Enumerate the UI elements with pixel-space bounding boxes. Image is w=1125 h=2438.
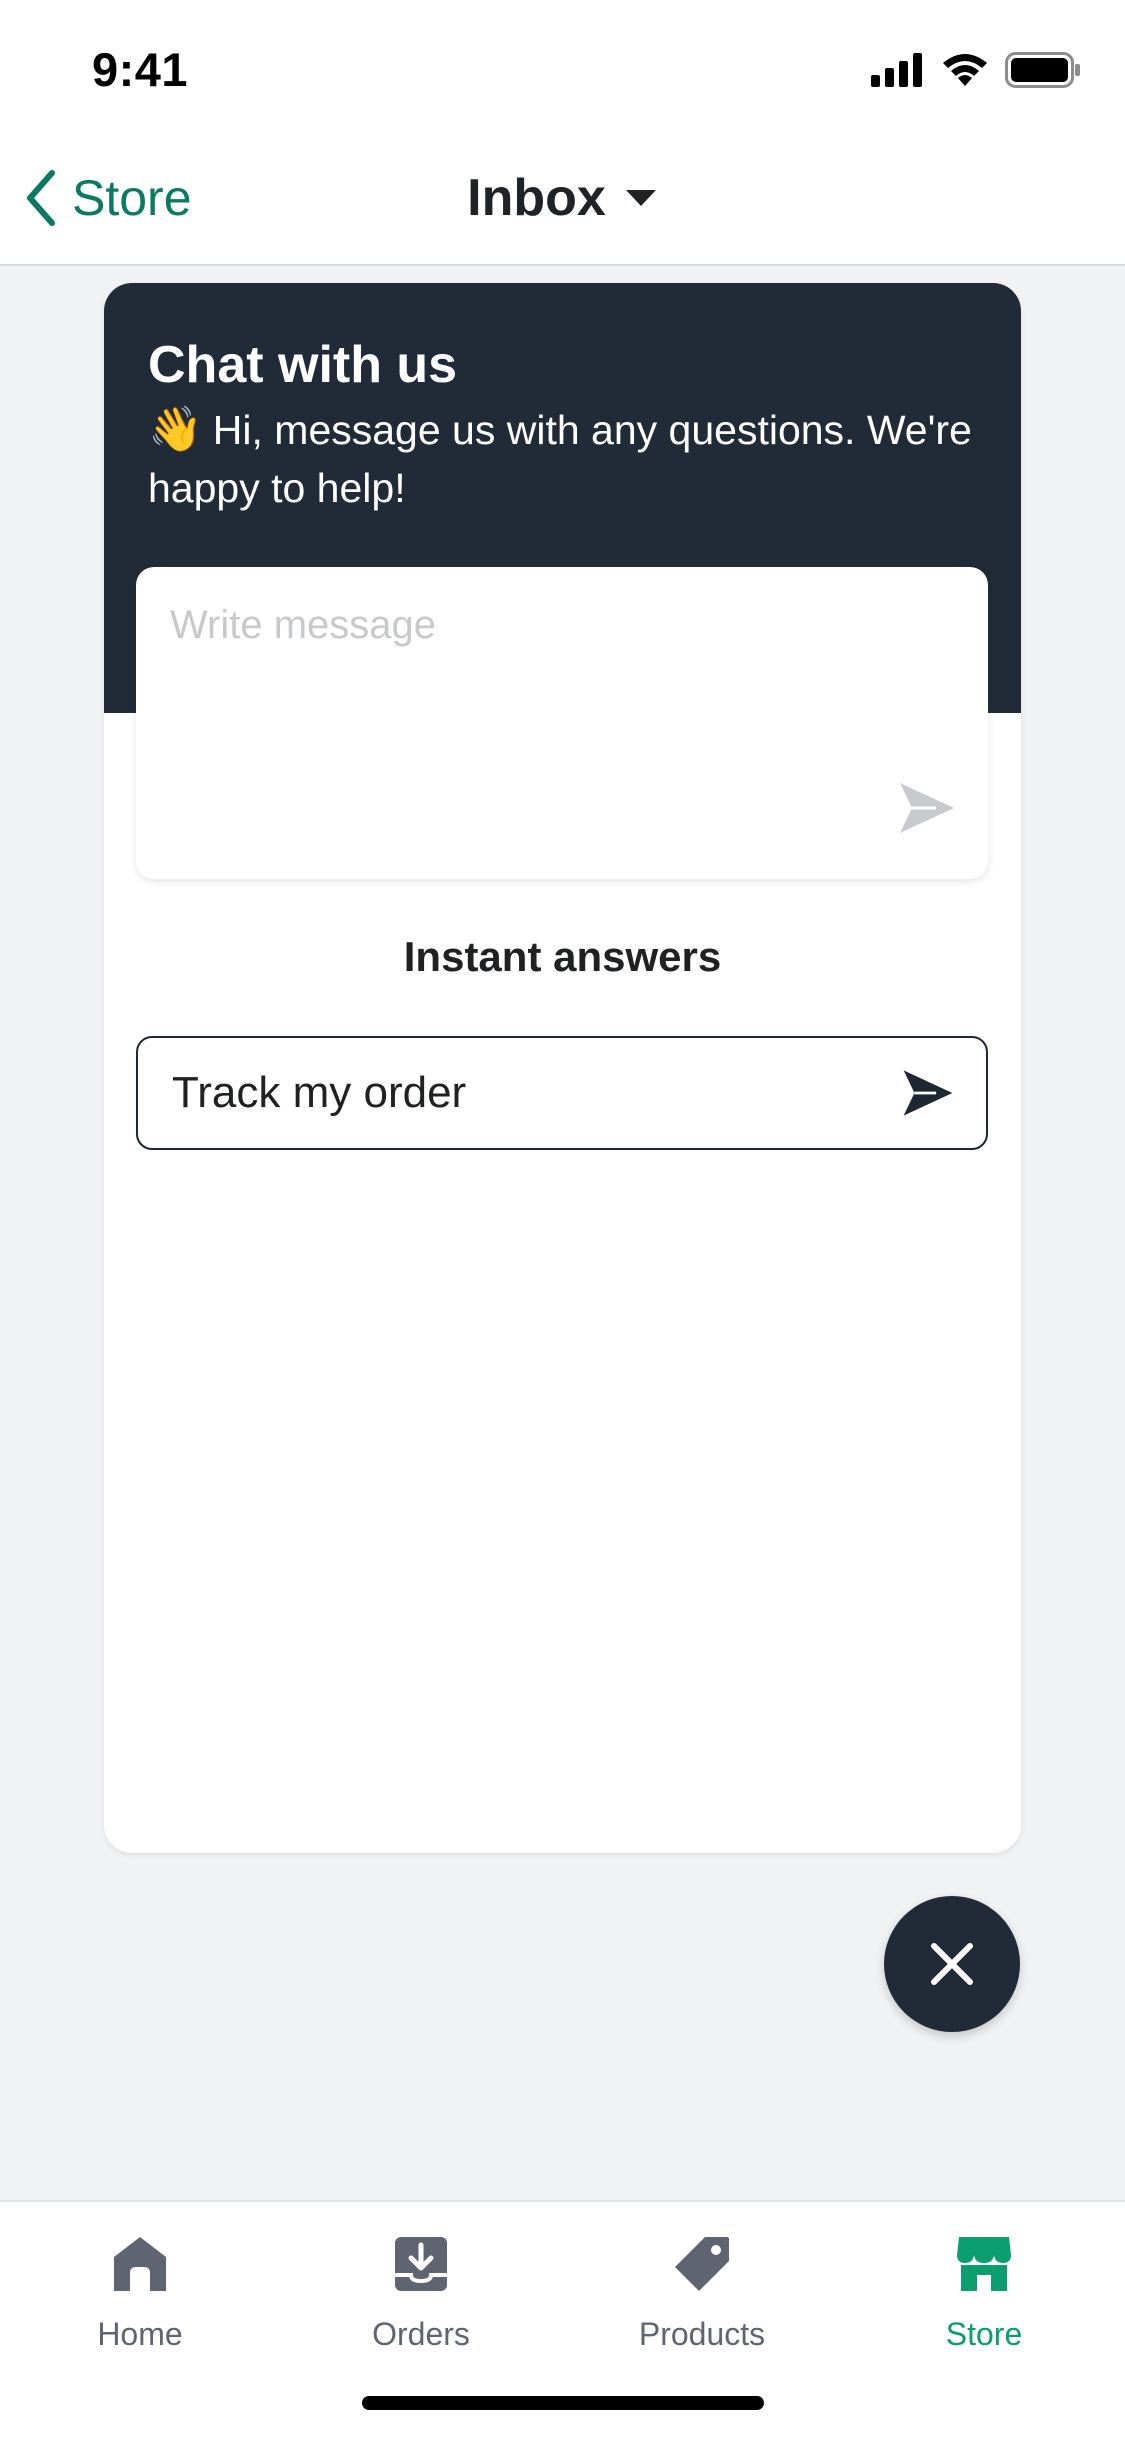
send-icon[interactable] bbox=[896, 777, 958, 839]
tab-products[interactable]: Products bbox=[592, 2232, 812, 2372]
status-bar: 9:41 bbox=[0, 0, 1125, 132]
tab-home[interactable]: Home bbox=[30, 2232, 250, 2372]
waving-hand-icon: 👋 bbox=[148, 405, 203, 454]
battery-icon bbox=[1005, 52, 1080, 88]
chat-greeting: 👋 Hi, message us with any questions. We'r… bbox=[148, 401, 988, 517]
tab-store[interactable]: Store bbox=[874, 2232, 1094, 2372]
page-title: Inbox bbox=[467, 169, 606, 227]
chat-widget: Chat with us 👋 Hi, message us with any qu… bbox=[104, 283, 1021, 1853]
tab-label: Products bbox=[638, 2316, 766, 2352]
message-composer bbox=[136, 567, 988, 879]
message-input[interactable] bbox=[136, 567, 988, 879]
close-icon bbox=[931, 1943, 973, 1985]
cellular-signal-icon bbox=[871, 53, 922, 87]
instant-answer-track-order[interactable]: Track my order bbox=[136, 1036, 988, 1150]
wifi-icon bbox=[943, 54, 987, 86]
chat-title: Chat with us bbox=[148, 336, 458, 394]
orders-icon bbox=[389, 2232, 453, 2296]
chat-greeting-text: Hi, message us with any questions. We're… bbox=[148, 407, 972, 511]
tab-label: Home bbox=[97, 2316, 183, 2352]
close-chat-button[interactable] bbox=[884, 1896, 1020, 2032]
home-icon bbox=[108, 2232, 172, 2296]
status-time: 9:41 bbox=[92, 43, 189, 96]
tag-icon bbox=[670, 2232, 734, 2296]
caret-down-icon bbox=[625, 190, 656, 206]
store-icon bbox=[952, 2232, 1016, 2296]
tab-label: Orders bbox=[372, 2316, 470, 2352]
send-icon bbox=[903, 1070, 953, 1116]
status-icons bbox=[871, 50, 1081, 90]
navigation-bar: Store Inbox bbox=[0, 132, 1125, 266]
instant-answer-label: Track my order bbox=[172, 1068, 467, 1117]
inbox-dropdown[interactable]: Inbox bbox=[0, 168, 1125, 228]
home-indicator bbox=[362, 2396, 764, 2410]
tab-orders[interactable]: Orders bbox=[311, 2232, 531, 2372]
tab-label: Store bbox=[945, 2316, 1023, 2352]
instant-answers-title: Instant answers bbox=[403, 933, 722, 980]
